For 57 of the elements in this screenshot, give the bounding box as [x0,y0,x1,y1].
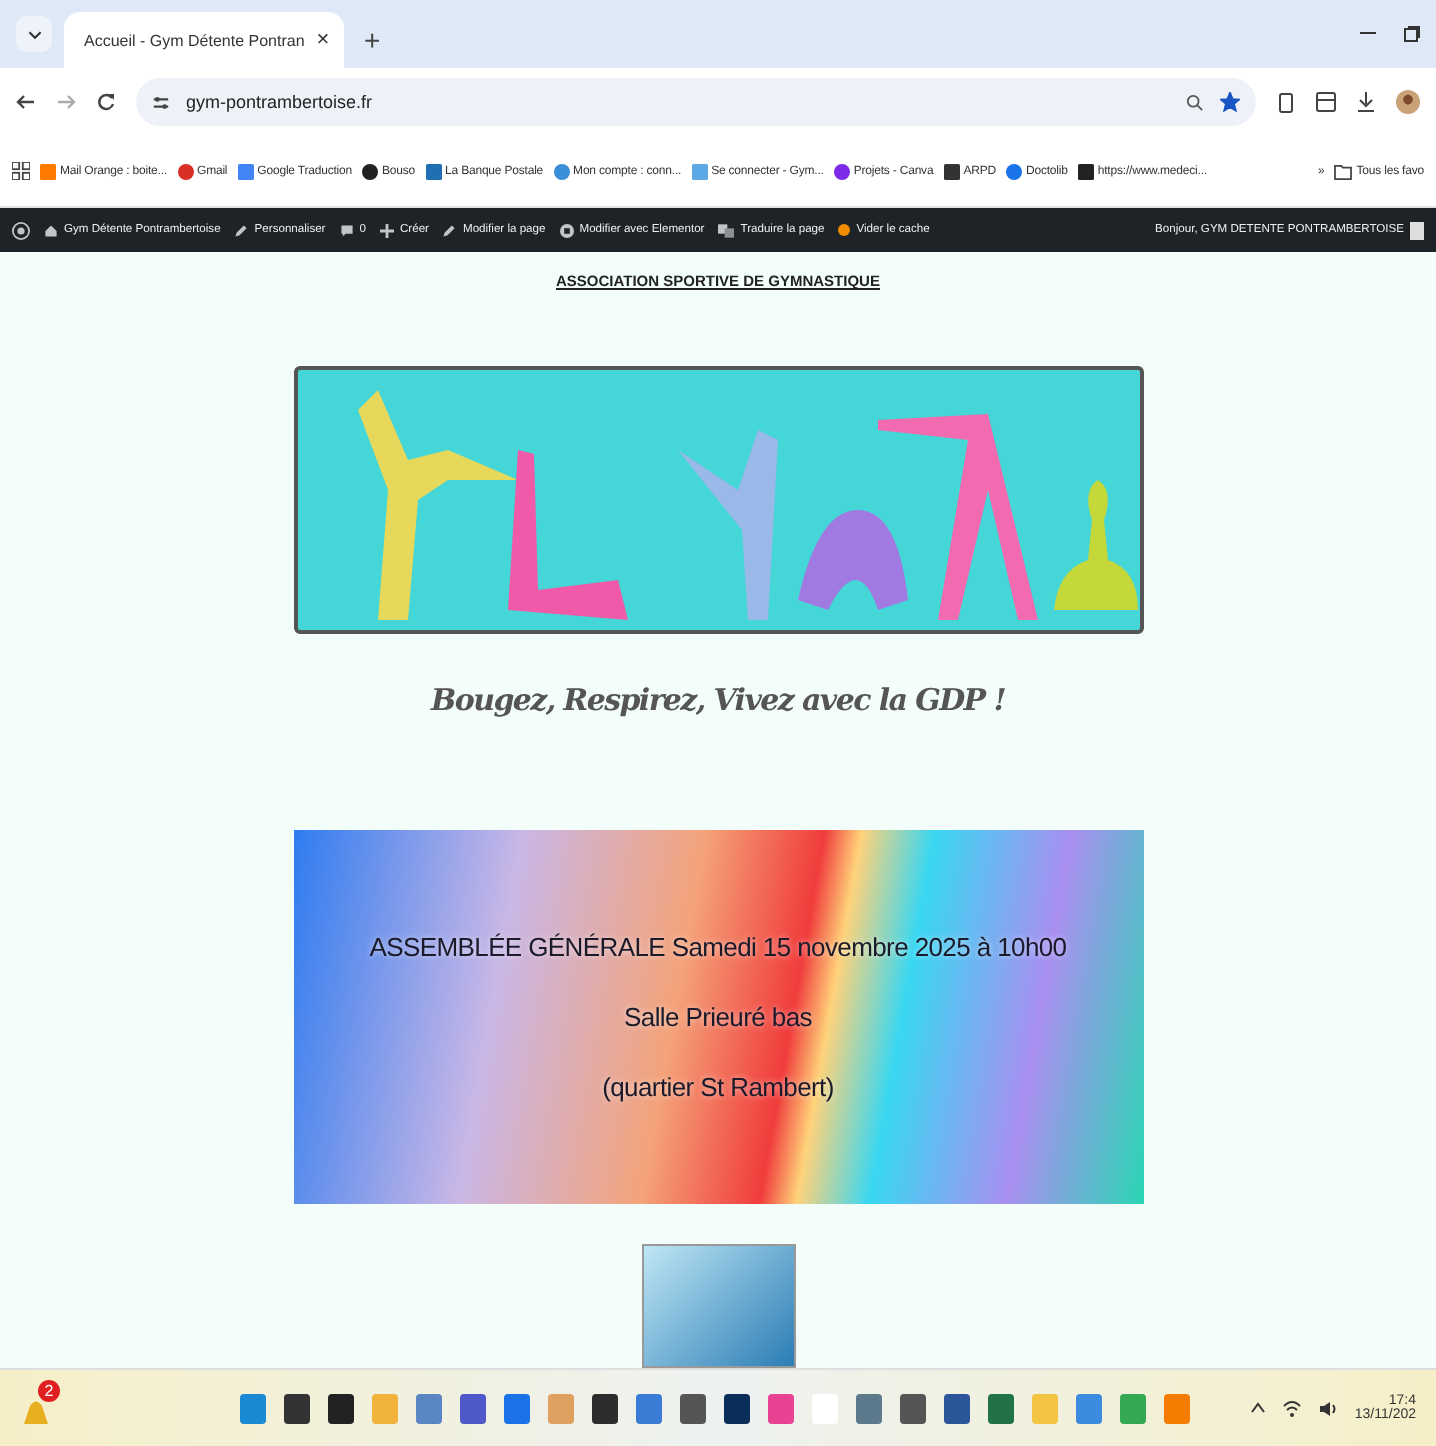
taskbar-app-icon[interactable] [680,1393,707,1423]
elementor-icon [559,223,574,237]
status-dot-icon [838,224,851,236]
zoom-icon[interactable] [1186,93,1204,111]
apps-grid-icon[interactable] [12,162,30,180]
bookmark-favicon-icon [833,163,850,179]
comment-icon [339,223,354,237]
url-text: gym-pontrambertoise.fr [186,92,375,112]
bookmark-favicon-icon [237,163,254,179]
extensions-icon[interactable] [1276,91,1296,113]
bookmark-favicon-icon [1005,163,1022,179]
pencil-icon [234,223,249,237]
pencil-icon [442,223,457,237]
reload-icon[interactable] [96,92,116,112]
profile-avatar-icon[interactable] [1396,90,1420,114]
plus-icon [379,223,394,237]
folder-icon [1334,163,1353,179]
bookmark-favicon-icon [553,163,570,179]
bookmark-favicon-icon [691,163,708,179]
wordpress-logo-icon[interactable] [12,221,30,239]
download-icon[interactable] [1356,92,1376,112]
avatar-icon [1410,221,1424,239]
star-icon[interactable] [1220,92,1240,112]
taskbar-app-icon[interactable] [284,1393,311,1423]
tab-list-button[interactable] [16,16,52,52]
taskbar-app-icon[interactable] [328,1393,355,1423]
taskbar-app-icon[interactable] [900,1393,927,1423]
chevron-down-icon [27,29,41,39]
bookmark-favicon-icon [425,163,442,179]
back-icon[interactable] [16,92,36,112]
address-bar[interactable]: gym-pontrambertoise.fr [136,78,1256,126]
bookmark-favicon-icon [362,163,379,179]
minimize-icon[interactable] [1360,32,1376,36]
bookmark-favicon-icon [40,163,56,179]
bookmark-favicon-icon [1077,163,1094,179]
translate-icon [718,223,735,237]
new-tab-button[interactable]: + [356,24,389,56]
chevron-up-icon[interactable] [1250,1402,1267,1414]
event-text: Salle Prieuré bas [624,1002,812,1032]
restore-icon[interactable] [1404,26,1420,42]
event-text: (quartier St Rambert) [602,1072,834,1102]
bookmark-favicon-icon [177,163,193,179]
tab-title: Accueil - Gym Détente Pontran [84,31,305,49]
wifi-icon[interactable] [1282,1399,1303,1417]
notification-bell-icon[interactable]: 2 [20,1386,60,1430]
bookmark-favicon-icon [943,163,960,179]
site-info-icon [152,93,170,111]
browser-tab[interactable]: Accueil - Gym Détente Pontran × [64,12,344,68]
notification-badge: 2 [38,1380,60,1402]
home-icon [44,223,58,237]
tab-close-button[interactable]: × [312,28,334,52]
speaker-icon[interactable] [1318,1399,1339,1417]
tagline-text: Bougez, Respirez, Vivez avec la GDP ! [431,682,1005,718]
sidebar-icon[interactable] [1316,92,1336,112]
taskbar-app-icon[interactable] [724,1393,751,1423]
taskbar-app-icon[interactable] [592,1393,619,1423]
taskbar-app-icon[interactable] [944,1393,971,1423]
